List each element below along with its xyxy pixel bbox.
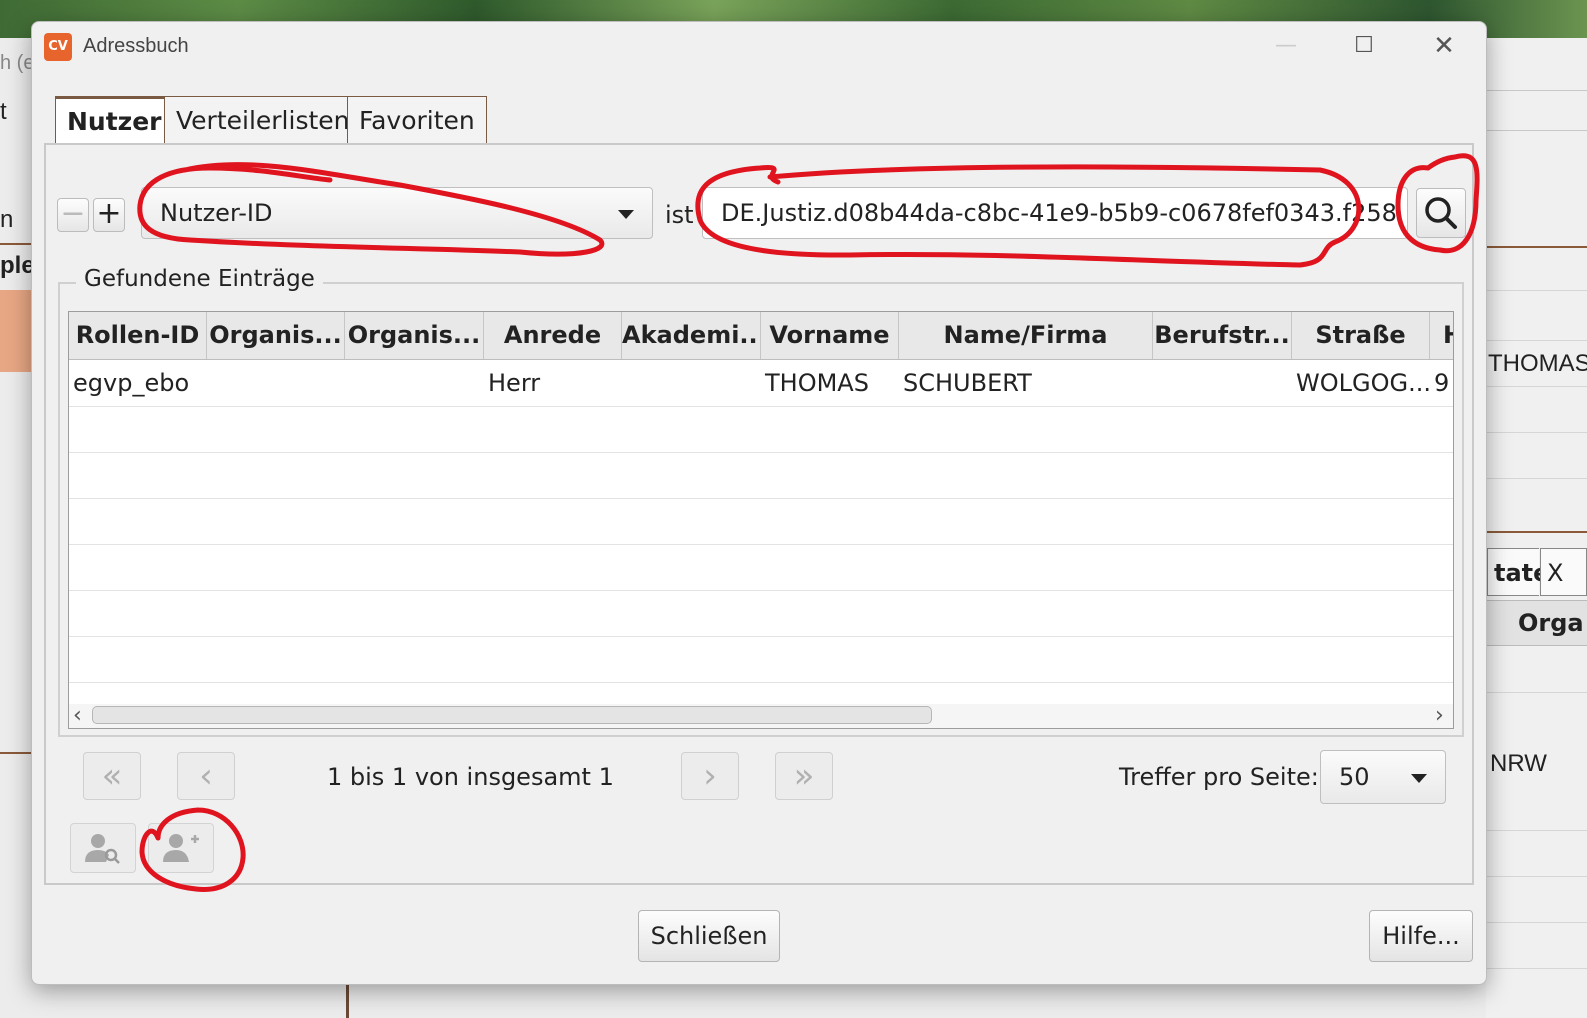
scroll-left-icon[interactable]: ‹ — [73, 704, 82, 728]
results-table: Rollen-ID Organis... Organis... Anrede A… — [68, 311, 1454, 729]
background-tab: tate — [1487, 548, 1549, 596]
background-tab: X — [1540, 548, 1587, 596]
column-header[interactable]: Vorname — [761, 312, 899, 359]
column-header[interactable]: Name/Firma — [899, 312, 1153, 359]
remove-filter-button[interactable]: − — [57, 198, 89, 232]
empty-table-row — [69, 636, 1453, 683]
scroll-right-icon[interactable]: › — [1435, 704, 1444, 728]
background-row-line — [1486, 340, 1587, 341]
background-row-line — [1486, 478, 1587, 479]
background-row-line — [1486, 876, 1587, 877]
table-cell: egvp_ebo — [73, 369, 190, 397]
search-button[interactable] — [1416, 188, 1466, 238]
first-page-button[interactable]: « — [83, 752, 141, 800]
tab-favoriten[interactable]: Favoriten — [347, 96, 487, 144]
background-text: NRW — [1490, 750, 1547, 777]
table-cell — [1153, 360, 1292, 406]
background-text: THOMAS — [1488, 350, 1587, 377]
last-page-button[interactable]: » — [775, 752, 833, 800]
background-right-panel — [1486, 38, 1587, 1018]
scrollbar-thumb[interactable] — [92, 706, 932, 724]
background-divider — [1486, 130, 1587, 131]
background-row-line — [1486, 922, 1587, 923]
empty-table-row — [69, 544, 1453, 591]
column-header[interactable]: Berufstr... — [1153, 312, 1292, 359]
column-header[interactable]: Organis... — [207, 312, 345, 359]
empty-table-row — [69, 406, 1453, 453]
background-header-text: Orga — [1518, 609, 1584, 637]
table-cell: SCHUBERT — [903, 369, 1032, 397]
table-cell — [345, 360, 484, 406]
background-row-line — [1486, 830, 1587, 831]
title-bar[interactable]: CV Adressbuch — ☐ ✕ — [32, 22, 1486, 72]
user-add-icon — [163, 834, 199, 862]
table-cell — [207, 360, 345, 406]
table-cell: THOMAS — [765, 369, 869, 397]
column-header[interactable]: Akademi... — [622, 312, 761, 359]
search-icon — [1425, 197, 1457, 229]
background-row-line — [1486, 968, 1587, 969]
app-logo-icon: CV — [44, 33, 72, 61]
per-page-label: Treffer pro Seite: — [1119, 763, 1319, 791]
background-divider — [1486, 246, 1587, 248]
background-divider — [346, 983, 349, 1018]
per-page-value: 50 — [1339, 763, 1370, 791]
column-header[interactable]: Organis... — [345, 312, 484, 359]
column-header[interactable]: Anrede — [484, 312, 622, 359]
background-text: h (e — [0, 52, 35, 74]
close-button[interactable]: Schließen — [638, 910, 780, 962]
next-page-button[interactable]: › — [681, 752, 739, 800]
background-divider — [1486, 90, 1587, 91]
empty-table-row — [69, 498, 1453, 545]
chevron-down-icon — [1411, 774, 1427, 783]
per-page-select[interactable]: 50 — [1320, 750, 1446, 804]
filter-operator-label: ist — [665, 201, 694, 229]
column-header[interactable]: Rollen-ID — [69, 312, 207, 359]
prev-page-button[interactable]: ‹ — [177, 752, 235, 800]
tab-verteilerlisten[interactable]: Verteilerlisten — [164, 96, 362, 144]
add-filter-button[interactable]: + — [93, 198, 125, 232]
add-user-button[interactable] — [148, 823, 214, 873]
background-text: t — [0, 98, 7, 125]
background-row-line — [1486, 692, 1587, 693]
chevron-down-icon — [618, 210, 634, 219]
filter-value-input[interactable]: DE.Justiz.d08b44da-c8bc-41e9-b5b9-c0678f… — [702, 187, 1408, 239]
empty-table-row — [69, 452, 1453, 499]
column-header[interactable]: Straße — [1292, 312, 1430, 359]
background-table-header: Orga — [1486, 600, 1587, 646]
background-divider — [0, 752, 32, 754]
page-info-text: 1 bis 1 von insgesamt 1 — [327, 763, 614, 791]
background-row-line — [1486, 432, 1587, 433]
horizontal-scrollbar[interactable]: ‹ › — [69, 704, 1453, 728]
table-cell: 9 — [1434, 369, 1450, 397]
background-row-line — [1486, 290, 1587, 291]
background-divider — [1486, 531, 1587, 533]
table-row[interactable]: egvp_ebo Herr THOMAS SCHUBERT WOLGOG... … — [69, 360, 1453, 407]
table-cell — [622, 360, 761, 406]
background-selected-row — [0, 290, 32, 372]
filter-field-select[interactable]: Nutzer-ID — [141, 187, 653, 239]
background-text: n — [0, 206, 14, 233]
table-cell: Herr — [488, 369, 541, 397]
column-header[interactable]: H — [1430, 312, 1453, 359]
table-cell: WOLGOG... — [1296, 369, 1430, 397]
help-button[interactable]: Hilfe... — [1369, 910, 1473, 962]
background-row-line — [1486, 386, 1587, 387]
empty-table-row — [69, 590, 1453, 637]
filter-field-value: Nutzer-ID — [160, 199, 273, 227]
search-user-button[interactable] — [70, 823, 136, 873]
background-divider — [0, 243, 32, 245]
user-search-icon — [85, 834, 120, 864]
maximize-button[interactable]: ☐ — [1336, 28, 1392, 64]
minimize-button[interactable]: — — [1258, 28, 1314, 64]
address-book-dialog: CV Adressbuch — ☐ ✕ Nutzer Verteilerlist… — [31, 21, 1487, 985]
table-header: Rollen-ID Organis... Organis... Anrede A… — [69, 312, 1453, 360]
close-window-button[interactable]: ✕ — [1416, 28, 1472, 64]
background-text: ple — [0, 252, 35, 279]
tab-nutzer[interactable]: Nutzer — [55, 96, 174, 146]
results-group-title: Gefundene Einträge — [76, 266, 323, 292]
window-title: Adressbuch — [83, 35, 189, 57]
